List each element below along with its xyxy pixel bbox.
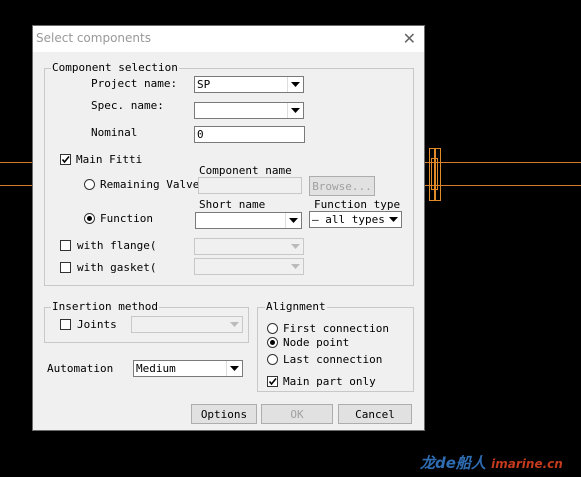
checkmark-icon xyxy=(268,377,277,386)
nominal-value: 0 xyxy=(197,128,204,141)
watermark-site: imarine.cn xyxy=(491,457,563,471)
chevron-down-icon[interactable] xyxy=(288,239,303,254)
main-part-only-checkbox[interactable] xyxy=(267,376,278,387)
joints-label: Joints xyxy=(77,318,117,331)
short-name-select[interactable] xyxy=(195,212,302,229)
first-connection-radio[interactable] xyxy=(267,323,278,334)
nominal-label: Nominal xyxy=(91,126,138,139)
function-radio[interactable] xyxy=(84,213,95,224)
with-flange-label: with flange( xyxy=(77,239,157,252)
component-name-header: Component name xyxy=(199,164,292,177)
automation-label: Automation xyxy=(47,362,114,375)
spec-name-label: Spec. name: xyxy=(91,99,164,112)
with-flange-checkbox[interactable] xyxy=(60,240,71,251)
gasket-select[interactable] xyxy=(194,258,304,275)
with-gasket-checkbox[interactable] xyxy=(60,262,71,273)
dialog-titlebar[interactable]: Select components ✕ xyxy=(33,26,424,52)
project-name-select[interactable]: SP xyxy=(194,76,304,93)
chevron-down-icon[interactable] xyxy=(226,361,242,376)
component-name-input[interactable] xyxy=(198,177,302,194)
cancel-button[interactable]: Cancel xyxy=(338,404,412,424)
component-selection-legend: Component selection xyxy=(51,61,179,74)
node-point-label: Node point xyxy=(283,336,350,349)
node-point-radio[interactable] xyxy=(267,337,278,348)
site-watermark: 龙de船人 imarine.cn xyxy=(420,452,563,473)
joints-select[interactable] xyxy=(131,316,243,333)
remaining-valve-radio[interactable] xyxy=(84,179,95,190)
last-connection-label: Last connection xyxy=(283,353,383,366)
main-fitting-checkbox[interactable] xyxy=(60,154,71,165)
with-gasket-label: with gasket( xyxy=(77,261,157,274)
project-name-value: SP xyxy=(197,78,211,91)
flange-select[interactable] xyxy=(194,238,304,255)
ok-button[interactable]: OK xyxy=(261,404,333,424)
chevron-down-icon[interactable] xyxy=(287,77,303,92)
pipe-line-top-right xyxy=(425,162,581,163)
browse-button-label: Browse... xyxy=(312,179,372,193)
main-fitting-label: Main Fitti xyxy=(76,153,143,166)
options-button-label: Options xyxy=(200,407,248,421)
checkmark-icon xyxy=(61,155,70,164)
main-part-only-label: Main part only xyxy=(283,375,376,388)
chevron-down-icon[interactable] xyxy=(227,317,242,332)
select-components-dialog: Select components ✕ Component selection … xyxy=(32,25,425,431)
last-connection-radio[interactable] xyxy=(267,354,278,365)
automation-value: Medium xyxy=(136,362,176,375)
function-type-header: Function type xyxy=(314,198,401,211)
joints-checkbox[interactable] xyxy=(60,319,71,330)
spec-name-select[interactable] xyxy=(194,102,304,119)
pipe-fitting-core xyxy=(431,158,438,190)
remaining-valve-label: Remaining Valve xyxy=(100,178,200,191)
function-label: Function xyxy=(100,212,153,225)
ok-button-label: OK xyxy=(290,407,304,421)
close-icon[interactable]: ✕ xyxy=(403,29,416,48)
pipe-line-bottom-right xyxy=(425,185,581,186)
browse-button[interactable]: Browse... xyxy=(309,176,375,196)
dialog-title: Select components xyxy=(36,31,151,45)
chevron-down-icon[interactable] xyxy=(287,103,303,118)
project-name-label: Project name: xyxy=(91,77,178,90)
chevron-down-icon[interactable] xyxy=(285,213,301,228)
cancel-button-label: Cancel xyxy=(355,407,395,421)
short-name-header: Short name xyxy=(199,198,266,211)
pipe-line-top-left xyxy=(0,162,32,163)
chevron-down-icon[interactable] xyxy=(288,259,303,274)
alignment-legend: Alignment xyxy=(265,300,327,313)
options-button[interactable]: Options xyxy=(191,404,257,424)
pipe-line-bottom-left xyxy=(0,185,32,186)
function-type-select[interactable]: — all types xyxy=(309,211,402,228)
chevron-down-icon[interactable] xyxy=(386,212,401,227)
insertion-method-legend: Insertion method xyxy=(51,300,159,313)
automation-select[interactable]: Medium xyxy=(133,360,243,377)
nominal-input[interactable]: 0 xyxy=(194,126,305,143)
watermark-cn: 龙de船人 xyxy=(420,454,486,472)
first-connection-label: First connection xyxy=(283,322,389,335)
function-type-value: — all types xyxy=(312,213,385,226)
